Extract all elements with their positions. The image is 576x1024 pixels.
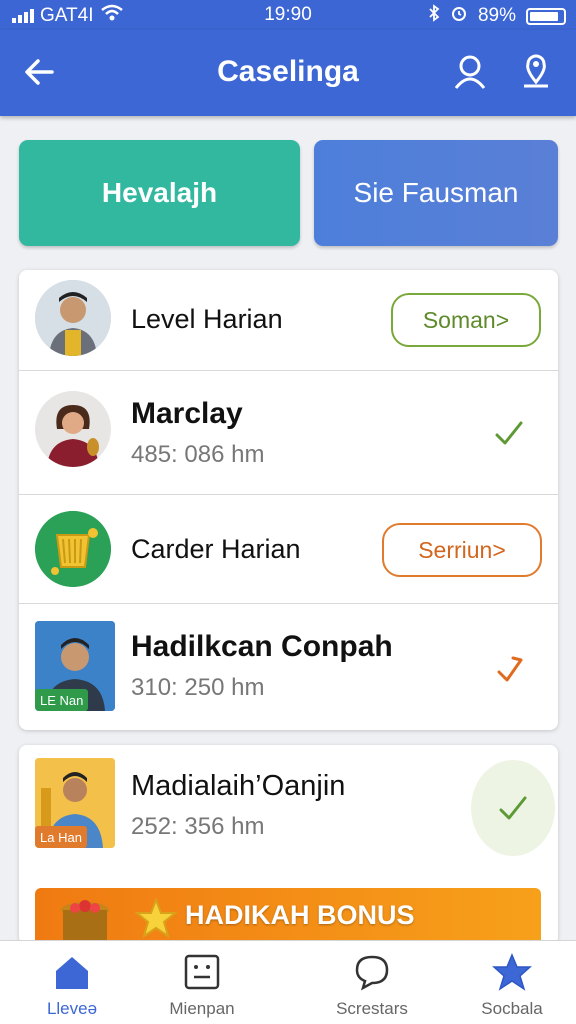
bluetooth-icon <box>428 4 440 28</box>
alarm-icon <box>450 4 468 28</box>
treasure-icon <box>55 896 115 944</box>
battery-icon <box>526 7 566 25</box>
nav-home[interactable]: Lleveə <box>0 949 144 1024</box>
status-bar: GAT4I 19:90 89% <box>0 0 576 30</box>
nav-label: Lleveə <box>46 999 98 1018</box>
list-item[interactable]: Carder Harian Serriun> <box>19 495 558 604</box>
nav-label: Socbala <box>481 999 543 1018</box>
row-distance: 485: 086 hm <box>131 441 265 468</box>
chat-bubble-icon <box>355 955 389 991</box>
nav-label: Screstars <box>336 999 408 1018</box>
nav-socbala[interactable]: Socbala <box>440 949 576 1024</box>
basket-icon <box>35 511 111 587</box>
location-pin-icon[interactable] <box>516 52 556 92</box>
row-name: Hadilkcan Conpah <box>131 630 393 663</box>
chevron-button[interactable] <box>471 760 555 856</box>
star-icon <box>492 953 532 991</box>
list-item[interactable]: La Han Madialaih’Oanjin 252: 356 hm <box>19 745 558 870</box>
row-name: Madialaih’Oanjin <box>131 770 346 802</box>
list-item[interactable]: Level Harian Soman> <box>19 270 558 371</box>
star-icon <box>134 897 178 943</box>
row-name: Level Harian <box>131 304 283 334</box>
row-distance: 310: 250 hm <box>131 674 265 701</box>
app-bar: Caselinga <box>0 30 576 116</box>
row-name: Carder Harian <box>131 534 301 564</box>
rank-tag: La Han <box>35 826 87 848</box>
clock: 19:90 <box>264 4 312 25</box>
avatar <box>35 391 111 467</box>
nav-label: Mienpan <box>169 999 235 1018</box>
nav-screstars[interactable]: Screstars <box>300 949 444 1024</box>
rank-tag: LE Nan <box>35 689 89 711</box>
tile-hevalajh[interactable]: Hevalajh <box>19 140 300 246</box>
row-name: Marclay <box>131 397 243 430</box>
row-distance: 252: 356 hm <box>131 813 265 840</box>
leaderboard-card: Level Harian Soman> Marclay 485: 086 hm … <box>19 270 558 730</box>
nav-mienpan[interactable]: Mienpan <box>130 949 274 1024</box>
bottom-nav: Lleveə Mienpan Screstars Socbala <box>0 940 576 1024</box>
serriun-button[interactable]: Serriun> <box>382 523 542 577</box>
user-icon[interactable] <box>450 52 490 92</box>
bonus-banner[interactable]: HADIKAH BONUS <box>35 888 541 944</box>
list-card-icon <box>184 954 220 990</box>
chevron-icon[interactable] <box>491 648 531 688</box>
list-item[interactable]: LE Nan Hadilkcan Conpah 310: 250 hm <box>19 604 558 730</box>
avatar: LE Nan <box>35 621 115 711</box>
chevron-icon[interactable] <box>489 413 529 453</box>
battery-percent: 89% <box>477 5 516 26</box>
avatar <box>35 280 111 356</box>
list-item[interactable]: Marclay 485: 086 hm <box>19 371 558 495</box>
avatar: La Han <box>35 758 115 848</box>
bonus-label: HADIKAH BONUS <box>185 900 415 930</box>
tile-sie-fausman[interactable]: Sie Fausman <box>314 140 558 246</box>
home-icon <box>56 957 88 989</box>
soman-button[interactable]: Soman> <box>391 293 541 347</box>
